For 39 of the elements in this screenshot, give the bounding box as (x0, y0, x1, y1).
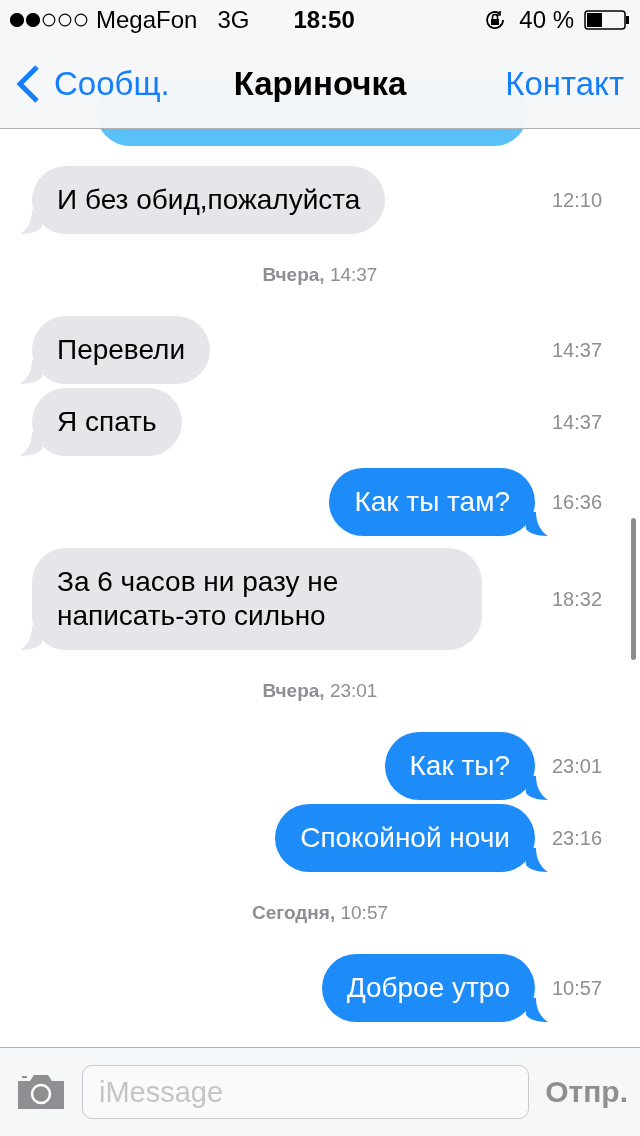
message-bubble: Спокойной ночи (275, 804, 535, 872)
date-header: Вчера, 14:37 (262, 264, 378, 286)
message-bubble: Я спать (32, 388, 182, 456)
conversation-title: Кариночка (233, 65, 407, 103)
contact-link[interactable]: Контакт (505, 65, 624, 103)
bubble-tail (20, 626, 42, 650)
message-bubble: Доброе утро (321, 954, 535, 1022)
battery-percent: 40 % (519, 6, 574, 34)
camera-icon[interactable] (16, 1073, 66, 1111)
back-label: Сообщ. (54, 65, 170, 103)
date-header: Сегодня, 10:57 (251, 902, 388, 924)
message-bubble: Как ты там? (329, 468, 535, 536)
message-time: 12:10 (552, 188, 604, 212)
signal-icon (10, 13, 88, 27)
date-header: Вчера, 23:01 (262, 680, 378, 702)
bubble-tail (526, 512, 548, 536)
battery-icon (584, 10, 630, 30)
message-time: 14:37 (552, 410, 604, 434)
carrier-name: MegaFon (96, 6, 198, 34)
bubble-tail (526, 848, 548, 872)
bubble-tail (20, 432, 42, 456)
message-time: 18:32 (552, 587, 604, 611)
message-bubble: Перевели (32, 316, 211, 384)
message-time: 23:01 (552, 754, 604, 778)
network-type: 3G (217, 6, 250, 34)
message-time: 16:36 (552, 490, 604, 514)
bubble-tail (526, 998, 548, 1022)
bubble-tail (526, 776, 548, 800)
message-time: 14:37 (552, 338, 604, 362)
bubble-tail (20, 210, 42, 234)
message-bubble: Как ты? (384, 732, 535, 800)
clock: 18:50 (293, 6, 355, 34)
message-bubble: И без обид,пожалуйста (32, 166, 386, 234)
back-chevron-icon (16, 65, 40, 103)
message-bubble: За 6 часов ни разу не написать-это сильно (32, 548, 482, 650)
message-time: 10:57 (552, 976, 604, 1000)
back-button[interactable]: Сообщ. (16, 65, 170, 103)
bubble-tail (20, 360, 42, 384)
message-time: 23:16 (552, 826, 604, 850)
